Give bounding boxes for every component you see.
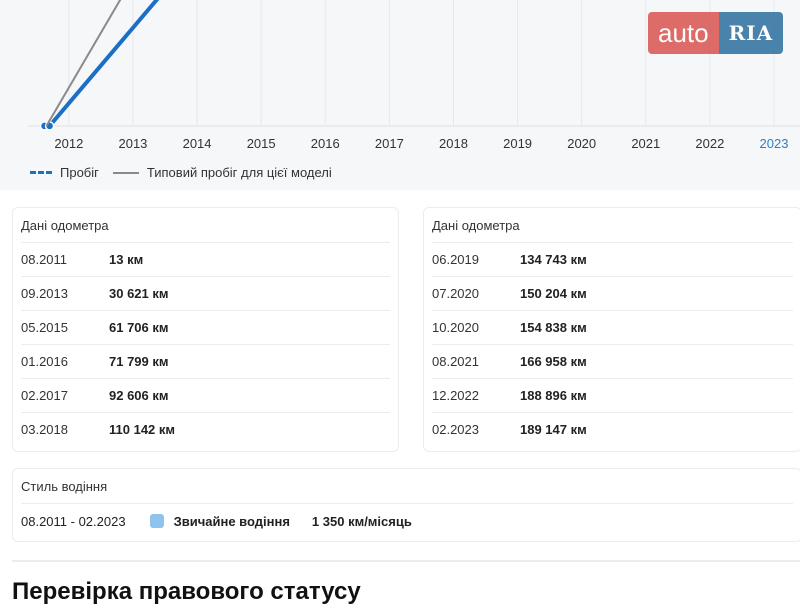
x-tick-label: 2022 (695, 136, 724, 151)
row-date: 05.2015 (21, 320, 68, 335)
row-value: 154 838 км (520, 320, 587, 335)
x-tick-label: 2019 (503, 136, 532, 151)
legend-typical: Типовий пробіг для цієї моделі (112, 165, 332, 180)
odometer-right-title: Дані одометра (432, 218, 520, 233)
x-tick-label: 2020 (567, 136, 596, 151)
legend-typical-label: Типовий пробіг для цієї моделі (146, 165, 332, 180)
legend-mileage-swatch (30, 171, 52, 174)
row-value: 13 км (109, 252, 144, 267)
driving-style-type: Звичайне водіння (173, 513, 290, 529)
row-date: 03.2018 (21, 422, 68, 437)
series-mileage-line (42, 0, 160, 128)
driving-style-row: 08.2011 - 02.2023 Звичайне водіння 1 350… (21, 503, 793, 538)
table-row: 02.2023 189 147 км (432, 412, 793, 446)
odometer-card-left: Дані одометра 08.2011 13 км 09.2013 30 621… (12, 207, 399, 452)
row-date: 01.2016 (21, 354, 68, 369)
row-value: 92 606 км (109, 388, 169, 403)
x-tick-label: 2018 (439, 136, 468, 151)
row-date: 10.2020 (432, 320, 479, 335)
table-row: 02.2017 92 606 км (21, 378, 390, 412)
row-value: 30 621 км (109, 286, 169, 301)
logo-auto-text: auto (648, 12, 719, 54)
odometer-card-right: Дані одометра 06.2019 134 743 км 07.2020 1… (423, 207, 800, 452)
x-tick-label: 2015 (247, 136, 276, 151)
row-value: 166 958 км (520, 354, 587, 369)
row-value: 110 142 км (109, 422, 176, 437)
section-divider (12, 560, 800, 562)
row-value: 150 204 км (520, 286, 587, 301)
x-tick-label: 2013 (118, 136, 147, 151)
row-value: 188 896 км (520, 388, 587, 403)
x-tick-label: 2012 (54, 136, 83, 151)
row-value: 61 706 км (109, 320, 169, 335)
driving-style-title: Стиль водіння (21, 479, 108, 494)
table-row: 01.2016 71 799 км (21, 344, 390, 378)
row-date: 09.2013 (21, 286, 68, 301)
row-value: 134 743 км (520, 252, 587, 267)
legend-mileage-label: Пробіг (60, 165, 99, 180)
table-row: 06.2019 134 743 км (432, 242, 793, 276)
series-typical-line (45, 0, 122, 127)
row-date: 07.2020 (432, 286, 479, 301)
logo-ria-text: RIA (718, 12, 784, 54)
row-date: 02.2017 (21, 388, 68, 403)
legal-status-heading: Перевірка правового статусу (12, 578, 361, 605)
driving-style-period: 08.2011 - 02.2023 (21, 513, 126, 529)
table-row: 05.2015 61 706 км (21, 310, 390, 344)
x-tick-label: 2021 (631, 136, 660, 151)
table-row: 10.2020 154 838 км (432, 310, 793, 344)
driving-style-rate: 1 350 км/місяць (311, 513, 412, 529)
table-row: 08.2011 13 км (21, 242, 390, 276)
row-date: 02.2023 (432, 422, 479, 437)
row-value: 71 799 км (109, 354, 169, 369)
odometer-left-title: Дані одометра (21, 218, 109, 233)
x-tick-label: 2017 (375, 136, 404, 151)
row-date: 12.2022 (432, 388, 479, 403)
legend-typical-swatch (112, 171, 139, 174)
x-tick-label: 2023 (760, 136, 789, 151)
row-value: 189 147 км (520, 422, 587, 437)
legend-mileage: Пробіг (30, 165, 99, 180)
chart-legend: Пробіг Типовий пробіг для цієї моделі (30, 165, 346, 180)
driving-style-card: Стиль водіння 08.2011 - 02.2023 Звичайне… (12, 468, 800, 542)
row-date: 06.2019 (432, 252, 479, 267)
table-row: 12.2022 188 896 км (432, 378, 793, 412)
driving-style-swatch (149, 514, 164, 528)
table-row: 08.2021 166 958 км (432, 344, 793, 378)
auto-ria-logo: auto RIA (648, 12, 784, 54)
row-date: 08.2021 (432, 354, 479, 369)
x-tick-label: 2014 (183, 136, 212, 151)
table-row: 09.2013 30 621 км (21, 276, 390, 310)
table-row: 07.2020 150 204 км (432, 276, 793, 310)
x-tick-label: 2016 (311, 136, 340, 151)
row-date: 08.2011 (21, 252, 68, 267)
table-row: 03.2018 110 142 км (21, 412, 390, 446)
